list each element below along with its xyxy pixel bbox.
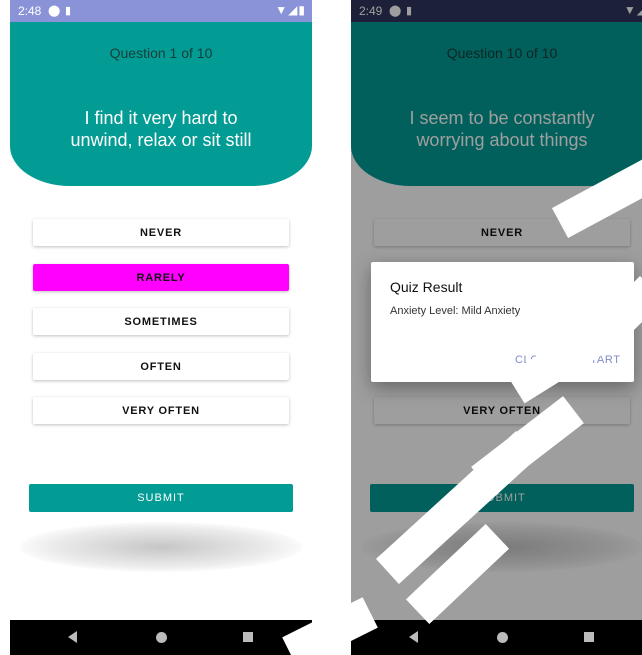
question-text: I find it very hard to unwind, relax or … bbox=[10, 107, 312, 151]
status-right-icons: ▼◢▮ bbox=[275, 3, 306, 17]
quiz-screen-result: 2:49 ⬤ ▮ ▼◢ Question 10 of 10 I seem to … bbox=[351, 0, 642, 655]
dialog-message: Anxiety Level: Mild Anxiety bbox=[390, 305, 521, 317]
wifi-icon: ▼ bbox=[275, 3, 289, 17]
status-time: 2:48 bbox=[18, 4, 42, 18]
signal-icon: ◢ bbox=[288, 3, 299, 17]
option-very-often-button[interactable]: VERY OFTEN bbox=[33, 397, 289, 424]
navigation-bar bbox=[351, 620, 642, 655]
decorative-shadow bbox=[20, 522, 302, 572]
option-never-button[interactable]: NEVER bbox=[33, 219, 289, 246]
app-icon: ⬤ bbox=[48, 5, 61, 17]
home-icon[interactable] bbox=[156, 632, 167, 643]
watermark-stroke bbox=[282, 597, 378, 655]
question-header: Question 1 of 10 I find it very hard to … bbox=[10, 22, 312, 186]
back-icon[interactable] bbox=[68, 631, 77, 643]
home-icon[interactable] bbox=[497, 632, 508, 643]
question-text-line: I find it very hard to bbox=[84, 108, 238, 128]
close-button[interactable]: CLOSE bbox=[515, 354, 555, 366]
recents-icon[interactable] bbox=[243, 632, 253, 642]
option-often-button[interactable]: OFTEN bbox=[33, 353, 289, 380]
restart-button[interactable]: RESTART bbox=[566, 354, 621, 366]
option-sometimes-button[interactable]: SOMETIMES bbox=[33, 308, 289, 335]
question-counter: Question 1 of 10 bbox=[109, 45, 213, 61]
quiz-result-dialog: Quiz Result Anxiety Level: Mild Anxiety … bbox=[371, 262, 634, 382]
navigation-bar bbox=[10, 620, 312, 655]
sim-icon: ▮ bbox=[65, 5, 72, 17]
question-text-line: unwind, relax or sit still bbox=[70, 130, 252, 150]
quiz-screen-question-1: 2:48 ⬤ ▮ ▼◢▮ Question 1 of 10 I find it … bbox=[10, 0, 312, 655]
recents-icon[interactable] bbox=[584, 632, 594, 642]
dialog-title: Quiz Result bbox=[390, 279, 463, 295]
submit-button[interactable]: SUBMIT bbox=[29, 484, 293, 512]
status-bar: 2:48 ⬤ ▮ ▼◢▮ bbox=[10, 0, 312, 22]
option-rarely-button[interactable]: RARELY bbox=[33, 264, 289, 291]
back-icon[interactable] bbox=[409, 631, 418, 643]
battery-icon: ▮ bbox=[298, 3, 306, 17]
